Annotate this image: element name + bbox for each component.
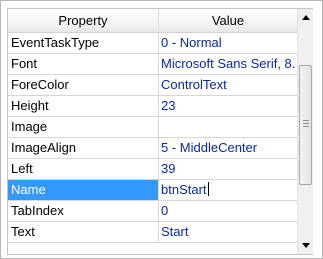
property-value-text[interactable]: btnStart — [161, 182, 207, 197]
property-name[interactable]: Left — [8, 159, 159, 179]
property-value[interactable]: 0 - Normal — [159, 33, 296, 53]
property-name[interactable]: Height — [8, 96, 159, 116]
table-row[interactable]: Font Microsoft Sans Serif, 8. — [8, 54, 297, 75]
property-name[interactable]: Font — [8, 54, 159, 74]
thumb-grip-line — [303, 123, 309, 124]
table-row[interactable]: TabIndex 0 — [8, 201, 297, 222]
thumb-grip-line — [303, 126, 309, 127]
table-row-selected[interactable]: Name btnStart — [8, 180, 297, 201]
scroll-up-button[interactable] — [298, 9, 313, 26]
thumb-grip-line — [303, 120, 309, 121]
property-name[interactable]: Image — [8, 117, 159, 137]
property-value[interactable]: 23 — [159, 96, 296, 116]
column-header-value[interactable]: Value — [159, 9, 297, 32]
table-row[interactable]: Image — [8, 117, 297, 138]
scrollbar-thumb[interactable] — [299, 65, 312, 185]
triangle-up-icon — [302, 15, 310, 20]
vertical-scrollbar[interactable] — [297, 9, 313, 254]
property-value-editor[interactable]: btnStart — [159, 180, 296, 200]
triangle-down-icon — [302, 243, 310, 248]
table-row[interactable]: Text Start — [8, 222, 297, 243]
property-name[interactable]: ImageAlign — [8, 138, 159, 158]
property-value[interactable] — [159, 117, 296, 137]
property-value[interactable]: ControlText — [159, 75, 296, 95]
text-caret — [207, 182, 209, 196]
property-name[interactable]: Name — [8, 180, 159, 200]
table-row[interactable]: Height 23 — [8, 96, 297, 117]
property-name[interactable]: Text — [8, 222, 159, 242]
property-name[interactable]: EventTaskType — [8, 33, 159, 53]
column-header-property[interactable]: Property — [8, 9, 159, 32]
property-value[interactable]: 5 - MiddleCenter — [159, 138, 296, 158]
table-row[interactable]: ForeColor ControlText — [8, 75, 297, 96]
property-name[interactable]: ForeColor — [8, 75, 159, 95]
table-row[interactable]: EventTaskType 0 - Normal — [8, 33, 297, 54]
table-row[interactable]: Left 39 — [8, 159, 297, 180]
property-value[interactable]: Start — [159, 222, 296, 242]
table-row[interactable]: ImageAlign 5 - MiddleCenter — [8, 138, 297, 159]
grid-rows: EventTaskType 0 - Normal Font Microsoft … — [8, 33, 297, 243]
property-value[interactable]: 0 — [159, 201, 296, 221]
property-value[interactable]: 39 — [159, 159, 296, 179]
scroll-down-button[interactable] — [298, 237, 313, 254]
property-grid-window: Property Value EventTaskType 0 - Normal … — [0, 0, 323, 259]
property-value[interactable]: Microsoft Sans Serif, 8. — [159, 54, 296, 74]
property-grid: Property Value EventTaskType 0 - Normal … — [7, 8, 313, 255]
grid-header: Property Value — [8, 9, 297, 33]
property-name[interactable]: TabIndex — [8, 201, 159, 221]
